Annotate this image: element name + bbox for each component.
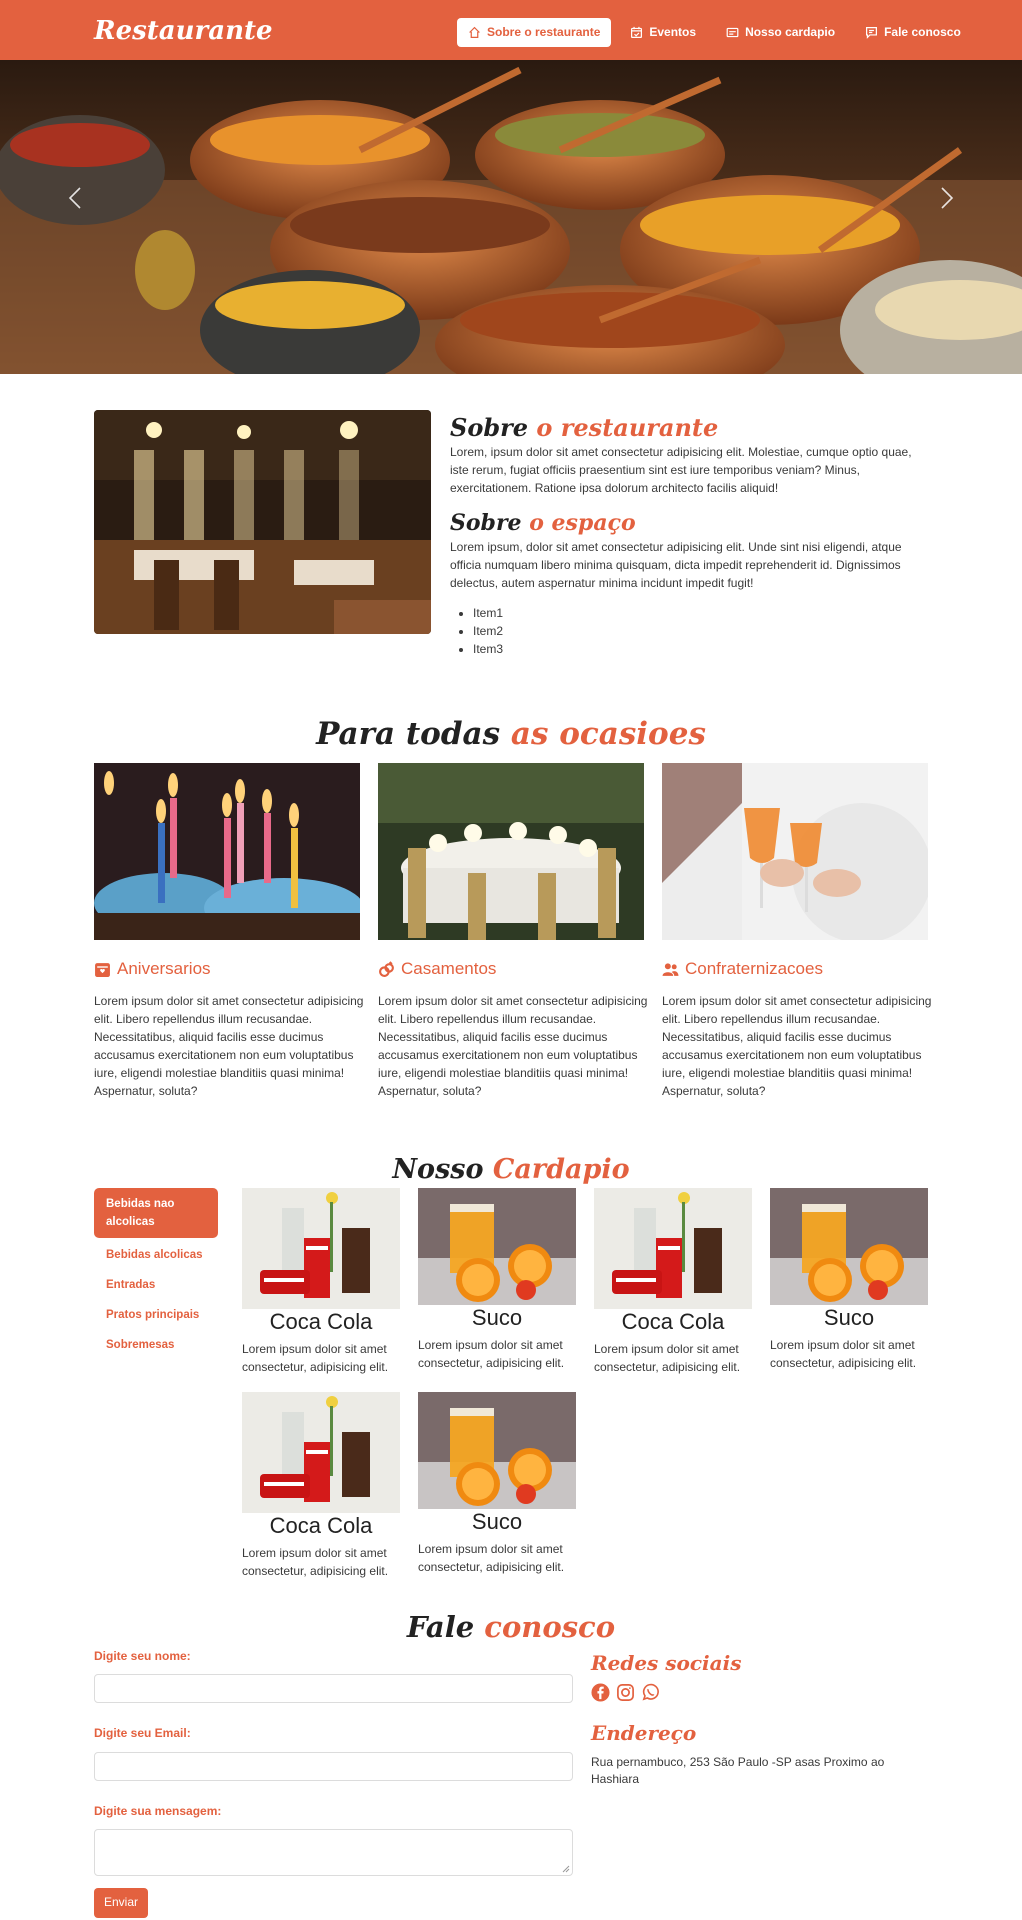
instagram-icon[interactable] xyxy=(616,1683,635,1702)
occasions-title: Para todas as ocasioes xyxy=(316,716,706,752)
brand-logo[interactable]: Restaurante xyxy=(94,13,273,51)
card-icon xyxy=(726,27,739,38)
nav-eventos[interactable]: Eventos xyxy=(619,18,707,47)
menu-item-name: Coca Cola xyxy=(269,1513,373,1538)
menu-category-bebidas-nao-alcolicas[interactable]: Bebidas nao alcolicas xyxy=(94,1188,218,1238)
rings-icon xyxy=(379,961,394,977)
message-textarea[interactable] xyxy=(94,1829,573,1877)
menu-category-entradas[interactable]: Entradas xyxy=(94,1270,218,1300)
contact-title: Fale conosco xyxy=(406,1610,616,1644)
people-icon xyxy=(662,963,679,976)
list-item: Item1 xyxy=(473,604,928,622)
about-restaurant-text: Lorem, ipsum dolor sit amet consectetur … xyxy=(450,445,912,496)
address-text: Rua pernambuco, 253 São Paulo -SP asas P… xyxy=(591,1755,885,1787)
juice-image xyxy=(418,1188,576,1305)
menu-item-desc: Lorem ipsum dolor sit amet consectetur, … xyxy=(594,1342,741,1374)
nav-fale-conosco[interactable]: Fale conosco xyxy=(854,18,972,47)
nav-label: Eventos xyxy=(649,24,697,39)
menu-item-card: Suco Lorem ipsum dolor sit amet consecte… xyxy=(418,1392,576,1576)
toast-image xyxy=(662,763,928,940)
about-restaurant-title: Sobre o restaurante xyxy=(450,413,719,442)
menu-item-card: Suco Lorem ipsum dolor sit amet consecte… xyxy=(418,1188,576,1372)
address-title: Endereço xyxy=(591,1721,697,1745)
occasion-card-casamentos: Casamentos Lorem ipsum dolor sit amet co… xyxy=(378,957,648,1100)
calendar-check-icon xyxy=(631,26,643,38)
social-links xyxy=(591,1683,931,1702)
list-item: Item3 xyxy=(473,640,928,658)
about-space-text: Lorem ipsum, dolor sit amet consectetur … xyxy=(450,539,902,590)
menu-item-desc: Lorem ipsum dolor sit amet consectetur, … xyxy=(418,1542,565,1574)
email-input[interactable] xyxy=(94,1751,573,1781)
contact-form: Digite seu nome: Digite seu Email: Digit… xyxy=(94,1648,573,1918)
name-label: Digite seu nome: xyxy=(94,1649,191,1663)
occasion-title: Casamentos xyxy=(401,959,497,978)
contact-info: Redes sociais Endereço Rua pernambuco, 2… xyxy=(591,1650,931,1789)
menu-item-card: Coca Cola Lorem ipsum dolor sit amet con… xyxy=(242,1188,400,1376)
menu-item-name: Suco xyxy=(471,1305,523,1330)
submit-button[interactable]: Enviar xyxy=(94,1888,149,1918)
list-item: Item2 xyxy=(473,622,928,640)
menu-item-desc: Lorem ipsum dolor sit amet consectetur, … xyxy=(418,1338,565,1370)
occasion-heading: Casamentos xyxy=(378,957,648,982)
about-list: Item1 Item2 Item3 xyxy=(450,604,928,658)
main-nav: Sobre o restaurante Eventos Nosso cardap… xyxy=(457,18,972,47)
resize-handle-icon[interactable] xyxy=(562,1865,570,1873)
hero-carousel xyxy=(0,60,1022,374)
whatsapp-icon[interactable] xyxy=(641,1683,660,1702)
nav-label: Nosso cardapio xyxy=(745,24,836,39)
occasion-card-aniversarios: Aniversarios Lorem ipsum dolor sit amet … xyxy=(94,957,364,1100)
occasion-text: Lorem ipsum dolor sit amet consectetur a… xyxy=(94,993,364,1098)
menu-categories: Bebidas nao alcolicas Bebidas alcolicas … xyxy=(94,1188,218,1360)
menu-item-name: Suco xyxy=(471,1509,523,1534)
menu-item-card: Coca Cola Lorem ipsum dolor sit amet con… xyxy=(242,1392,400,1580)
menu-item-name: Coca Cola xyxy=(621,1309,725,1334)
nav-label: Sobre o restaurante xyxy=(487,24,601,39)
wedding-image xyxy=(378,763,644,940)
nav-label: Fale conosco xyxy=(884,24,961,39)
coca-cola-image xyxy=(242,1188,400,1309)
juice-image xyxy=(418,1392,576,1509)
chevron-right-icon xyxy=(941,187,954,209)
social-title: Redes sociais xyxy=(591,1651,742,1675)
menu-title: Nosso Cardapio xyxy=(392,1154,630,1185)
nav-cardapio[interactable]: Nosso cardapio xyxy=(715,18,846,47)
chevron-left-icon xyxy=(68,187,81,209)
occasion-title: Confraternizacoes xyxy=(685,959,823,978)
carousel-prev-arrow[interactable] xyxy=(56,178,96,218)
home-icon xyxy=(469,26,480,38)
menu-item-name: Suco xyxy=(823,1305,875,1330)
chat-icon xyxy=(866,27,878,39)
occasion-title: Aniversarios xyxy=(117,959,211,978)
menu-item-card: Coca Cola Lorem ipsum dolor sit amet con… xyxy=(594,1188,752,1376)
menu-category-pratos-principais[interactable]: Pratos principais xyxy=(94,1300,218,1330)
navbar: Restaurante Sobre o restaurante Eventos … xyxy=(0,0,1022,60)
menu-category-sobremesas[interactable]: Sobremesas xyxy=(94,1330,218,1360)
occasion-heading: Aniversarios xyxy=(94,957,364,982)
carousel-next-arrow[interactable] xyxy=(926,178,966,218)
occasion-heading: Confraternizacoes xyxy=(662,957,932,982)
coca-cola-image xyxy=(594,1188,752,1309)
coca-cola-image xyxy=(242,1392,400,1513)
nav-sobre[interactable]: Sobre o restaurante xyxy=(457,18,612,47)
gift-calendar-icon xyxy=(95,962,110,977)
menu-item-desc: Lorem ipsum dolor sit amet consectetur, … xyxy=(242,1546,389,1578)
birthday-image xyxy=(94,763,360,940)
message-label: Digite sua mensagem: xyxy=(94,1803,222,1818)
hero-image xyxy=(0,60,1022,374)
juice-image xyxy=(770,1188,928,1305)
facebook-icon[interactable] xyxy=(591,1683,610,1702)
about-space-title: Sobre o espaço xyxy=(450,510,636,537)
name-input[interactable] xyxy=(94,1674,573,1704)
menu-item-name: Coca Cola xyxy=(269,1309,373,1334)
email-label: Digite seu Email: xyxy=(94,1726,191,1741)
menu-item-card: Suco Lorem ipsum dolor sit amet consecte… xyxy=(770,1188,928,1372)
restaurant-interior-image xyxy=(94,410,431,634)
occasion-card-confraternizacoes: Confraternizacoes Lorem ipsum dolor sit … xyxy=(662,957,932,1100)
menu-item-desc: Lorem ipsum dolor sit amet consectetur, … xyxy=(242,1342,389,1374)
about-section: Sobre o restaurante Lorem, ipsum dolor s… xyxy=(450,412,928,658)
menu-item-desc: Lorem ipsum dolor sit amet consectetur, … xyxy=(770,1338,917,1370)
occasion-text: Lorem ipsum dolor sit amet consectetur a… xyxy=(378,993,648,1098)
occasion-text: Lorem ipsum dolor sit amet consectetur a… xyxy=(662,993,932,1098)
menu-category-bebidas-alcolicas[interactable]: Bebidas alcolicas xyxy=(94,1240,218,1270)
